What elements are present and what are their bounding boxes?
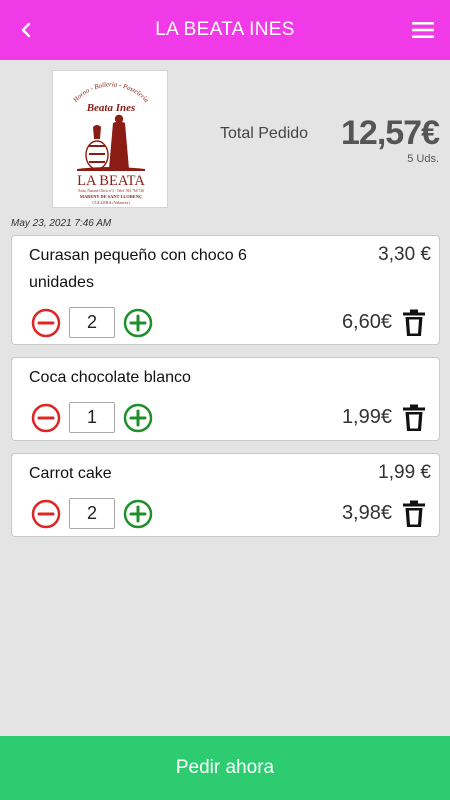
item-line-total: 1,99€: [341, 406, 392, 428]
item-line-total: 6,60€: [341, 311, 392, 333]
item-name: Curasan pequeño con choco 6 unidades: [29, 247, 247, 291]
item-name: Coca chocolate blanco: [29, 369, 191, 386]
plus-circle-icon[interactable]: [123, 308, 153, 338]
order-item: Carrot cake 1,99 € 2 3,98€: [11, 453, 440, 537]
minus-circle-icon[interactable]: [31, 403, 61, 433]
store-logo: Horno - Bollería - Pastelería Beata Ines…: [52, 70, 168, 208]
chevron-left-icon: [21, 22, 31, 38]
minus-circle-icon[interactable]: [31, 499, 61, 529]
item-unit-price: 3,30 €: [378, 244, 431, 265]
minus-circle-icon[interactable]: [31, 308, 61, 338]
hamburger-menu-icon: [412, 22, 434, 38]
trash-icon[interactable]: [403, 404, 425, 431]
total-amount: 12,57€: [341, 114, 440, 152]
logo-brand-name: LA BEATA: [77, 173, 145, 189]
item-unit-price: 1,99 €: [378, 462, 431, 483]
logo-script-name: Beata Ines: [86, 102, 136, 114]
item-name: Carrot cake: [29, 465, 112, 482]
plus-circle-icon[interactable]: [123, 403, 153, 433]
quantity-field[interactable]: 2: [69, 498, 115, 529]
quantity-field[interactable]: 2: [69, 307, 115, 338]
total-label: Total Pedido: [220, 125, 309, 142]
trash-icon[interactable]: [403, 500, 425, 527]
order-item: Coca chocolate blanco 1 1,99€: [11, 357, 440, 441]
order-timestamp: May 23, 2021 7:46 AM: [11, 218, 112, 229]
order-now-button[interactable]: Pedir ahora: [0, 736, 450, 800]
menu-button[interactable]: [406, 14, 440, 46]
app-bar: LA BEATA INES: [0, 0, 450, 60]
logo-locality: MARENY DE SANT LLORENÇ: [80, 194, 142, 199]
item-line-total: 3,98€: [341, 502, 392, 524]
app-title: LA BEATA INES: [155, 19, 295, 40]
order-item: Curasan pequeño con choco 6 unidades 3,3…: [11, 235, 440, 345]
back-button[interactable]: [10, 14, 42, 46]
total-units: 5 Uds.: [407, 153, 439, 165]
plus-circle-icon[interactable]: [123, 499, 153, 529]
quantity-field[interactable]: 1: [69, 402, 115, 433]
logo-city: CULLERA (Valencia): [92, 200, 130, 205]
trash-icon[interactable]: [403, 309, 425, 336]
